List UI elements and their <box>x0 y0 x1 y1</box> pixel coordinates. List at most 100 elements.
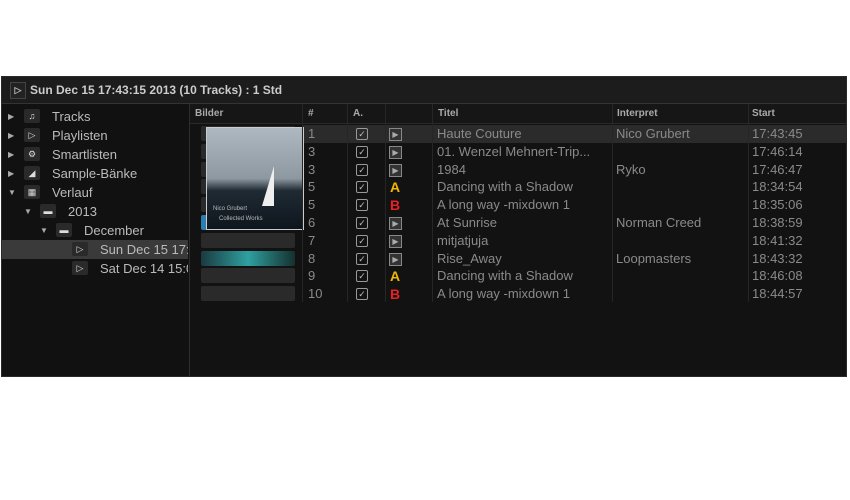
track-start: 18:35:06 <box>752 197 803 213</box>
column-divider[interactable] <box>432 104 433 302</box>
sidebar-item[interactable]: ▶ ▷ Playlisten <box>2 126 188 145</box>
history-title: Sun Dec 15 17:43:15 2013 (10 Tracks) : 1… <box>30 83 283 97</box>
table-row[interactable]: 10 ✓ B A long way -mixdown 1 18:44:57 <box>302 285 846 303</box>
track-start: 18:44:57 <box>752 286 803 302</box>
album-thumbnail <box>201 250 295 266</box>
expand-arrow-icon[interactable]: ▶ <box>8 164 14 183</box>
expand-arrow-icon[interactable]: ▶ <box>8 126 14 145</box>
track-start: 17:43:45 <box>752 126 803 141</box>
track-artist: Ryko <box>616 161 646 177</box>
table-row[interactable]: 5 ✓ B A long way -mixdown 1 18:35:06 <box>302 196 846 214</box>
sidebar-item[interactable]: ▼ ▬ 2013 <box>2 202 188 221</box>
header-start[interactable]: Start <box>752 104 775 123</box>
sidebar-item[interactable]: ▶ ⚙ Smartlisten <box>2 145 188 164</box>
track-start: 18:34:54 <box>752 179 803 195</box>
header-titel[interactable]: Titel <box>438 104 458 123</box>
collapse-arrow-icon[interactable]: ▼ <box>24 202 32 221</box>
track-title: 1984 <box>437 161 466 177</box>
preview-play-icon[interactable]: ▶ <box>389 128 402 141</box>
track-number: 9 <box>308 268 316 284</box>
table-row[interactable]: 1 ✓ ▶ Haute Couture Nico Grubert 17:43:45 <box>302 125 846 143</box>
checkbox-icon[interactable]: ✓ <box>356 217 368 229</box>
preview-play-icon[interactable]: ▶ <box>389 145 402 159</box>
checkbox-icon[interactable]: ✓ <box>356 270 368 283</box>
checkbox-icon[interactable]: ✓ <box>356 163 368 176</box>
sidebar-item-label: Playlisten <box>52 128 108 143</box>
header-interpret[interactable]: Interpret <box>617 104 658 123</box>
sidebar-item-label: Tracks <box>52 109 91 124</box>
preview-play-icon[interactable]: ▶ <box>389 163 402 177</box>
header-a[interactable]: A. <box>353 104 363 123</box>
column-divider[interactable] <box>748 104 749 302</box>
sidebar-item[interactable]: ▷ Sun Dec 15 17:43:15 2013 <box>2 240 188 259</box>
track-number: 5 <box>308 179 316 195</box>
sidebar-item[interactable]: ▼ ▬ December <box>2 221 188 240</box>
expand-arrow-icon[interactable]: ▶ <box>8 107 14 126</box>
sidebar-item-label: Sat Dec 14 15:0 <box>100 261 188 276</box>
track-number: 8 <box>308 250 316 266</box>
track-title: Dancing with a Shadow <box>437 268 573 284</box>
checkbox-icon[interactable]: ✓ <box>356 128 368 140</box>
checkbox-icon[interactable]: ✓ <box>356 181 368 194</box>
sidebar-item-label: Smartlisten <box>52 147 118 162</box>
sidebar-item[interactable]: ▼ ▦ Verlauf <box>2 183 188 202</box>
track-start: 18:38:59 <box>752 215 803 230</box>
column-divider[interactable] <box>347 104 348 302</box>
column-divider[interactable] <box>302 104 303 302</box>
track-title: At Sunrise <box>437 215 497 230</box>
sidebar-item-label: Sun Dec 15 17:43:15 2013 <box>100 242 188 257</box>
browser-window: ▷ Sun Dec 15 17:43:15 2013 (10 Tracks) :… <box>1 76 847 377</box>
play-icon[interactable]: ▷ <box>10 82 26 99</box>
table-row[interactable]: 8 ✓ ▶ Rise_Away Loopmasters 18:43:32 <box>302 250 846 268</box>
sidebar-item-label: December <box>84 223 144 238</box>
table-row[interactable]: 3 ✓ ▶ 1984 Ryko 17:46:47 <box>302 161 846 179</box>
album-thumbnail <box>201 286 295 302</box>
collapse-arrow-icon[interactable]: ▼ <box>8 183 16 202</box>
preview-play-icon[interactable]: ▶ <box>389 252 402 266</box>
sidebar-item[interactable]: ▶ ◢ Sample-Bänke <box>2 164 188 183</box>
sidebar-item-label: Verlauf <box>52 185 93 200</box>
column-divider[interactable] <box>612 104 613 302</box>
table-row[interactable]: 9 ✓ A Dancing with a Shadow 18:46:08 <box>302 267 846 285</box>
sidebar-item[interactable]: ▷ Sat Dec 14 15:0 <box>2 259 188 278</box>
waveform-icon: ◢ <box>24 166 40 180</box>
deck-key: B <box>390 197 401 214</box>
sidebar-item[interactable]: ▶ ♫ Tracks <box>2 107 188 126</box>
table-row[interactable]: 5 ✓ A Dancing with a Shadow 18:34:54 <box>302 178 846 196</box>
track-number: 7 <box>308 232 316 248</box>
preview-play-icon[interactable]: ▶ <box>389 234 402 248</box>
play-icon: ▷ <box>24 128 40 142</box>
table-row[interactable]: 6 ✓ ▶ At Sunrise Norman Creed 18:38:59 <box>302 214 846 232</box>
checkbox-icon[interactable]: ✓ <box>356 234 368 247</box>
track-start: 17:46:14 <box>752 143 803 159</box>
folder-icon: ▬ <box>56 223 72 237</box>
preview-play-icon[interactable]: ▶ <box>389 217 402 230</box>
expand-arrow-icon[interactable]: ▶ <box>8 145 14 164</box>
track-number: 1 <box>308 126 316 141</box>
track-title: mitjatjuja <box>437 232 489 248</box>
track-start: 18:46:08 <box>752 268 803 284</box>
play-icon: ▷ <box>72 242 88 256</box>
checkbox-icon[interactable]: ✓ <box>356 199 368 212</box>
track-title: Rise_Away <box>437 250 502 266</box>
sidebar: ▶ ♫ Tracks ▶ ▷ Playlisten ▶ ⚙ Smartlisten ▶ ◢ Sampl… <box>2 104 190 376</box>
table-row[interactable]: 3 ✓ ▶ 01. Wenzel Mehnert-Trip... 17:46:14 <box>302 143 846 161</box>
checkbox-icon[interactable]: ✓ <box>356 288 368 301</box>
deck-key: A <box>390 179 401 196</box>
track-artist: Loopmasters <box>616 250 692 266</box>
checkbox-icon[interactable]: ✓ <box>356 145 368 158</box>
column-divider[interactable] <box>385 104 386 302</box>
track-start: 18:41:32 <box>752 232 803 248</box>
table-row[interactable]: 7 ✓ ▶ mitjatjuja 18:41:32 <box>302 232 846 250</box>
checkbox-icon[interactable]: ✓ <box>356 252 368 265</box>
collapse-arrow-icon[interactable]: ▼ <box>40 221 48 240</box>
album-thumbnail <box>201 232 295 248</box>
header-bilder[interactable]: Bilder <box>195 104 223 123</box>
sidebar-item-label: Sample-Bänke <box>52 166 138 181</box>
track-start: 18:43:32 <box>752 250 803 266</box>
music-note-icon: ♫ <box>24 109 40 123</box>
track-title: A long way -mixdown 1 <box>437 197 570 213</box>
header-number[interactable]: # <box>308 104 314 123</box>
folder-icon: ▬ <box>40 204 56 218</box>
cover-artist-text: Nico Grubert <box>213 206 248 212</box>
